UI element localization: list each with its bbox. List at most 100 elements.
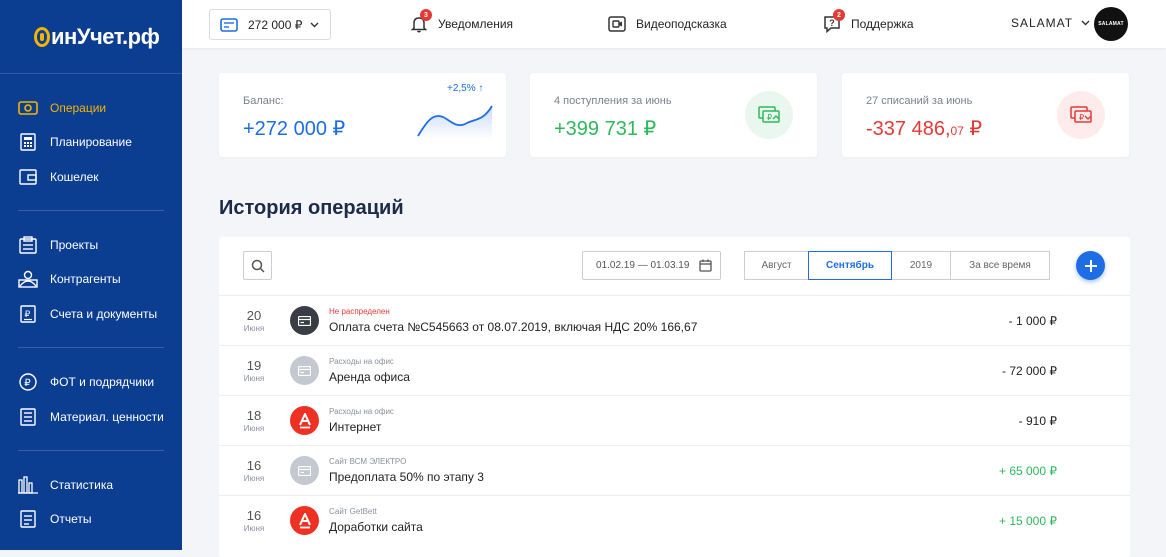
sidebar-item-payroll[interactable]: ₽ ФОТ и подрядчики (18, 371, 154, 393)
add-operation-button[interactable] (1076, 251, 1105, 280)
avatar-text: SALAMAT (1098, 21, 1124, 27)
row-title: Интернет (329, 420, 382, 434)
row-day: 18 (246, 408, 262, 423)
alfa-bank-logo-icon (290, 406, 319, 435)
support-badge: 2 (833, 9, 845, 21)
row-title: Предоплата 50% по этапу 3 (329, 470, 484, 484)
calendar-icon[interactable] (699, 259, 712, 275)
support-label: Поддержка (851, 17, 914, 31)
search-button[interactable] (243, 251, 272, 280)
income-icon: ₽ (745, 91, 793, 139)
sidebar-item-label: ФОТ и подрядчики (50, 375, 155, 389)
notifications-badge: 3 (420, 9, 432, 21)
coin-logo-icon (34, 27, 50, 47)
svg-text:₽: ₽ (1079, 113, 1084, 122)
avatar[interactable]: SALAMAT (1094, 7, 1128, 41)
notifications-label: Уведомления (438, 17, 514, 31)
row-day: 20 (246, 308, 262, 323)
sidebar-item-operations[interactable]: Операции (18, 97, 106, 119)
sidebar-item-assets[interactable]: Материал. ценности (18, 406, 164, 428)
row-amount: - 1 000 ₽ (1008, 314, 1057, 328)
row-category: Сайт GetBett (329, 507, 377, 516)
svg-text:?: ? (829, 18, 835, 28)
balance-card: Баланс: +272 000 ₽ +2,5% ↑ (219, 73, 506, 157)
support-link[interactable]: ? 2 Поддержка (823, 9, 914, 34)
row-month: Июня (243, 424, 265, 433)
period-september[interactable]: Сентябрь (808, 251, 892, 280)
expense-value-main: -337 486, (866, 118, 951, 140)
sidebar-item-label: Материал. ценности (50, 410, 164, 424)
table-row[interactable]: 18 Июня Расходы на офис Интернет - 910 ₽ (219, 395, 1130, 445)
svg-text:₽: ₽ (767, 113, 772, 122)
sidebar-item-wallet[interactable]: Кошелек (18, 166, 99, 188)
svg-text:₽: ₽ (24, 378, 31, 389)
row-title: Доработки сайта (329, 520, 423, 534)
history-title: История операций (219, 197, 404, 219)
table-row[interactable]: 16 Июня Сайт ВСМ ЭЛЕКТРО Предоплата 50% … (219, 445, 1130, 495)
top-bar: 272 000 ₽ 3 Уведомления Видеоподсказка ?… (182, 0, 1166, 48)
projects-icon (18, 235, 38, 255)
period-switcher: Август Сентябрь 2019 За все время (744, 251, 1050, 280)
wallet-amount: 272 000 ₽ (248, 17, 303, 32)
period-all-time[interactable]: За все время (950, 251, 1050, 280)
row-month: Июня (243, 324, 265, 333)
sidebar-divider (0, 73, 182, 74)
video-hint-link[interactable]: Видеоподсказка (608, 15, 727, 33)
row-category: Сайт ВСМ ЭЛЕКТРО (329, 457, 407, 466)
wallet-icon (220, 17, 238, 32)
income-value: +399 731 ₽ (554, 118, 657, 140)
table-row[interactable]: 19 Июня Расходы на офис Аренда офиса - 7… (219, 345, 1130, 395)
wallet-icon (18, 167, 38, 187)
sidebar-item-documents[interactable]: ₽ Счета и документы (18, 303, 157, 325)
sidebar-item-projects[interactable]: Проекты (18, 234, 98, 256)
date-range-field[interactable]: 01.02.19 — 01.03.19 (582, 251, 721, 280)
svg-text:₽: ₽ (25, 309, 31, 319)
card-avatar-icon (290, 306, 319, 335)
sidebar-item-reports[interactable]: Отчеты (18, 508, 91, 530)
period-2019[interactable]: 2019 (891, 251, 951, 280)
row-category: Расходы на офис (329, 357, 394, 366)
balance-value: +272 000 ₽ (243, 118, 346, 140)
sidebar-item-label: Отчеты (50, 512, 92, 526)
video-hint-label: Видеоподсказка (636, 17, 727, 31)
row-category: Не распределен (329, 307, 390, 316)
row-day: 16 (246, 508, 262, 523)
row-month: Июня (243, 474, 265, 483)
user-name: SALAMAT (1011, 16, 1074, 30)
sidebar-item-statistics[interactable]: Статистика (18, 474, 113, 496)
sidebar-item-label: Проекты (50, 238, 99, 252)
date-range-value: 01.02.19 — 01.03.19 (596, 260, 690, 271)
operations-panel: 01.02.19 — 01.03.19 Август Сентябрь 2019… (219, 237, 1130, 557)
contacts-icon (18, 269, 38, 289)
plus-icon (1084, 259, 1097, 272)
list-icon (18, 407, 38, 427)
sidebar-divider (18, 347, 164, 348)
sidebar-item-label: Контрагенты (50, 272, 121, 286)
app-logo[interactable]: инУчет.рф (34, 24, 160, 50)
period-august[interactable]: Август (744, 251, 809, 280)
wallet-selector[interactable]: 272 000 ₽ (209, 9, 331, 40)
expense-card: 27 списаний за июнь -337 486,07 ₽ ₽ (842, 73, 1129, 157)
row-day: 16 (246, 458, 262, 473)
expense-value-currency: ₽ (963, 118, 983, 140)
table-row[interactable]: 16 Июня Сайт GetBett Доработки сайта + 1… (219, 495, 1130, 545)
sidebar-item-contractors[interactable]: Контрагенты (18, 268, 121, 290)
operations-icon (18, 98, 38, 118)
row-day: 19 (246, 358, 262, 373)
row-title: Аренда офиса (329, 370, 410, 384)
sidebar-item-label: Кошелек (50, 170, 99, 184)
sidebar-item-label: Счета и документы (50, 307, 158, 321)
sidebar-item-planning[interactable]: Планирование (18, 131, 132, 153)
row-category: Расходы на офис (329, 407, 394, 416)
balance-label: Баланс: (243, 95, 284, 107)
user-menu[interactable]: SALAMAT (1011, 16, 1090, 30)
notifications-link[interactable]: 3 Уведомления (410, 9, 514, 33)
sidebar-item-label: Статистика (50, 478, 114, 492)
table-row[interactable]: 20 Июня Не распределен Оплата счета №С54… (219, 295, 1130, 345)
help-icon: ? 2 (823, 9, 845, 34)
video-icon (608, 15, 626, 33)
search-icon (251, 259, 265, 273)
sidebar-divider (18, 210, 164, 211)
row-month: Июня (243, 374, 265, 383)
chevron-down-icon (310, 22, 319, 28)
